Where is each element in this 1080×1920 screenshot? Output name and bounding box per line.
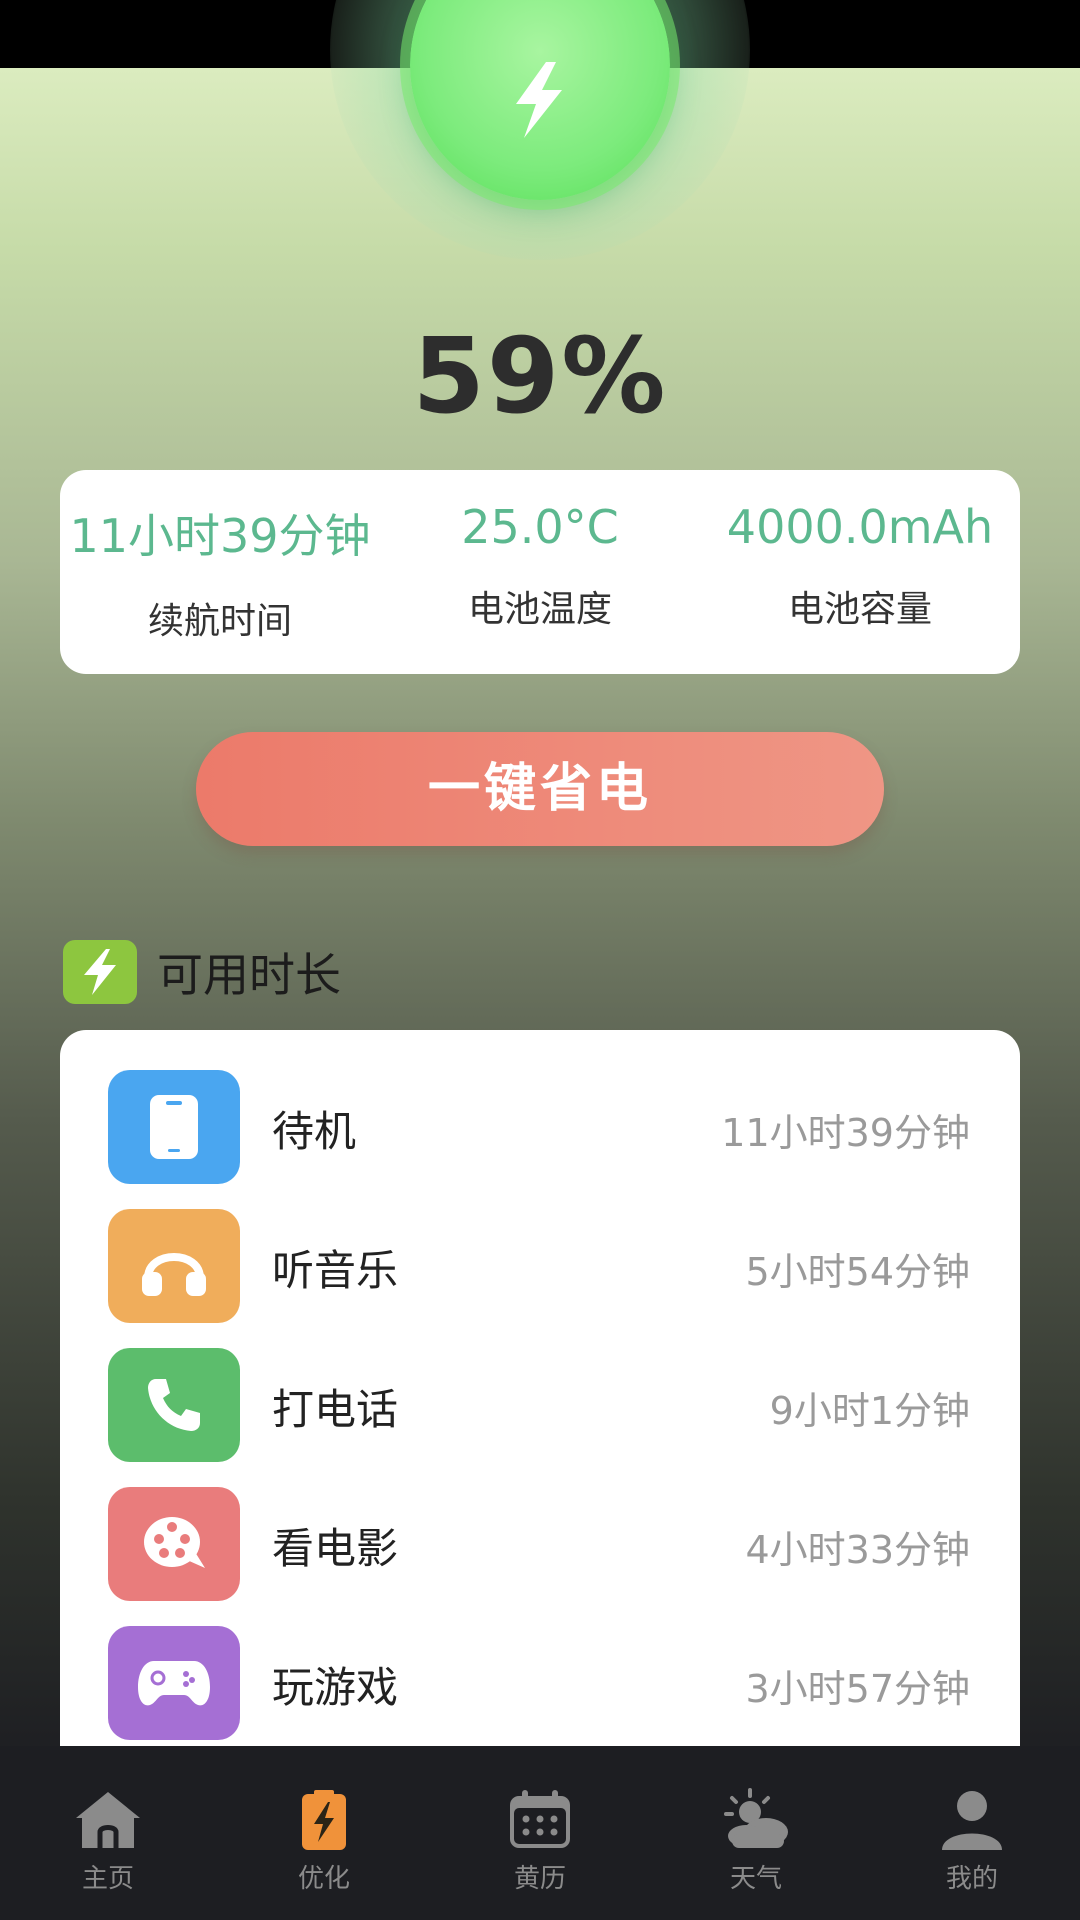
usage-label: 玩游戏 <box>272 1663 399 1712</box>
battery-percent: 59% <box>412 315 668 437</box>
tab-label: 主页 <box>81 1864 134 1894</box>
stats-card: 11小时39分钟 续航时间 25.0°C 电池温度 4000.0mAh 电池容量 <box>60 470 1020 674</box>
stat-value: 25.0°C <box>461 500 619 554</box>
usage-row-standby[interactable]: 待机 11小时39分钟 <box>60 1070 1020 1184</box>
bottom-tab-bar: 主页 优化 黄历 天气 我的 <box>0 1746 1080 1920</box>
phone-icon <box>108 1070 240 1184</box>
gamepad-icon <box>108 1626 240 1740</box>
stat-endurance: 11小时39分钟 续航时间 <box>60 470 380 674</box>
usage-time: 9小时1分钟 <box>769 1389 970 1433</box>
tab-label: 黄历 <box>513 1864 566 1894</box>
call-icon <box>108 1348 240 1462</box>
stat-capacity: 4000.0mAh 电池容量 <box>700 470 1020 674</box>
calendar-icon <box>510 1790 570 1848</box>
stat-value: 11小时39分钟 <box>69 509 371 563</box>
usage-time: 4小时33分钟 <box>745 1528 970 1572</box>
weather-icon <box>724 1788 788 1848</box>
bolt-icon <box>516 62 562 138</box>
stat-value: 4000.0mAh <box>726 500 994 554</box>
stat-temperature: 25.0°C 电池温度 <box>380 470 700 674</box>
film-icon <box>108 1487 240 1601</box>
section-header: 可用时长 <box>63 940 341 1004</box>
stat-label: 电池温度 <box>467 589 612 630</box>
tab-label: 优化 <box>297 1864 350 1894</box>
tab-optimize[interactable]: 优化 <box>216 1746 432 1920</box>
tab-home[interactable]: 主页 <box>0 1746 216 1920</box>
usage-label: 听音乐 <box>272 1246 399 1295</box>
profile-icon <box>942 1791 1002 1850</box>
tab-profile[interactable]: 我的 <box>864 1746 1080 1920</box>
usage-time: 5小时54分钟 <box>745 1250 970 1294</box>
stat-label: 电池容量 <box>787 589 932 630</box>
usage-label: 待机 <box>272 1107 357 1156</box>
usage-row-music[interactable]: 听音乐 5小时54分钟 <box>60 1209 1020 1323</box>
headphones-icon <box>108 1209 240 1323</box>
section-title: 可用时长 <box>157 948 341 1002</box>
stat-label: 续航时间 <box>147 601 292 642</box>
usage-time: 11小时39分钟 <box>721 1111 970 1155</box>
usage-time: 3小时57分钟 <box>745 1667 970 1711</box>
one-tap-save-button[interactable]: 一键省电 <box>196 732 884 846</box>
tab-weather[interactable]: 天气 <box>648 1746 864 1920</box>
usage-label: 看电影 <box>272 1524 399 1573</box>
usage-row-movie[interactable]: 看电影 4小时33分钟 <box>60 1487 1020 1601</box>
battery-orb <box>320 0 760 280</box>
usage-list: 待机 11小时39分钟 听音乐 5小时54分钟 打电话 9小时1分钟 看电影 4… <box>60 1030 1020 1746</box>
tab-almanac[interactable]: 黄历 <box>432 1746 648 1920</box>
home-icon <box>76 1792 140 1848</box>
battery-charge-icon <box>302 1790 346 1850</box>
tab-label: 我的 <box>945 1864 998 1894</box>
lightning-icon <box>63 940 137 1004</box>
usage-row-call[interactable]: 打电话 9小时1分钟 <box>60 1348 1020 1462</box>
usage-row-game[interactable]: 玩游戏 3小时57分钟 <box>60 1626 1020 1740</box>
tab-label: 天气 <box>729 1864 782 1894</box>
usage-label: 打电话 <box>272 1385 399 1434</box>
